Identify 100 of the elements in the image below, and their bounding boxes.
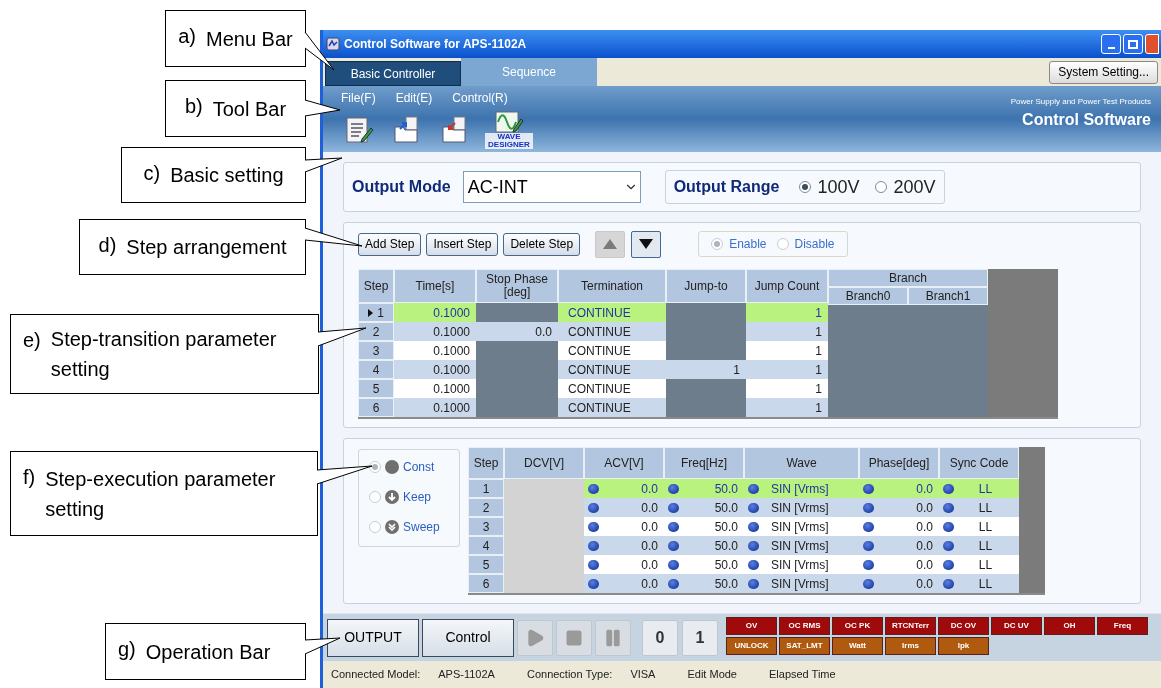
- counter-button[interactable]: 0: [642, 619, 678, 656]
- output-mode-dropdown[interactable]: AC-INT: [462, 171, 641, 203]
- knob-icon: [748, 540, 759, 551]
- column-header: Phase[deg]: [859, 447, 939, 479]
- output-mode-label: Output Mode: [352, 177, 451, 197]
- radio-icon[interactable]: [369, 491, 381, 503]
- knob-icon: [588, 483, 599, 494]
- callout-text: Step-execution parameter setting: [45, 466, 277, 522]
- radio-icon[interactable]: [799, 181, 812, 193]
- table-cell: CONTINUE: [558, 322, 666, 341]
- row-header[interactable]: 5: [358, 379, 394, 398]
- down-arrow-circle-icon: [385, 490, 399, 504]
- alarm-indicator: OV: [726, 617, 777, 635]
- knob-icon: [668, 578, 679, 589]
- table-cell: 1: [746, 341, 828, 360]
- brand-tagline: Power Supply and Power Test Products: [1010, 96, 1151, 108]
- row-header[interactable]: 2: [468, 498, 504, 517]
- callout-marker: d): [98, 233, 117, 258]
- app-icon: [326, 37, 340, 51]
- minimize-button[interactable]: [1101, 34, 1121, 54]
- radio-label[interactable]: 100V: [817, 173, 860, 201]
- knob-icon: [943, 559, 954, 570]
- row-header[interactable]: 1: [358, 303, 394, 322]
- row-header[interactable]: 1: [468, 479, 504, 498]
- radio-icon[interactable]: [369, 521, 381, 533]
- toolbar-button[interactable]: WAVE DESIGNER: [485, 110, 533, 150]
- table-cell: LL: [939, 574, 1019, 593]
- double-chevron-circle-icon: [385, 520, 399, 534]
- step-button[interactable]: Delete Step: [503, 232, 581, 256]
- callout-text: Tool Bar: [212, 96, 287, 122]
- table-cell: 1: [666, 360, 746, 379]
- system-setting-button[interactable]: System Setting...: [1049, 60, 1158, 84]
- column-header: Time[s]: [394, 269, 476, 303]
- operation-button[interactable]: OUTPUT: [327, 618, 419, 657]
- callout-text: Menu Bar: [206, 26, 293, 52]
- table-cell: 0.0: [584, 498, 664, 517]
- row-header[interactable]: 6: [358, 398, 394, 417]
- callout-marker: c): [143, 161, 161, 186]
- column-header: Branch0: [828, 287, 908, 305]
- radio-label[interactable]: Keep: [403, 488, 432, 506]
- status-label: Connection Type:: [526, 667, 613, 683]
- callout-marker: b): [184, 94, 203, 119]
- knob-icon: [863, 578, 874, 589]
- alarm-indicator: UNLOCK: [726, 637, 777, 655]
- status-value: VISA: [630, 667, 656, 683]
- alarm-indicator: DC UV: [991, 617, 1042, 635]
- column-header: Branch1: [908, 287, 988, 305]
- table-cell: SIN [Vrms]: [744, 536, 859, 555]
- move-down-button[interactable]: [631, 230, 662, 258]
- alarm-indicator: DC OV: [938, 617, 989, 635]
- counter-button[interactable]: 1: [682, 619, 718, 656]
- table-cell: LL: [939, 479, 1019, 498]
- table-cell: 0.1000: [394, 398, 476, 417]
- table-cell: LL: [939, 555, 1019, 574]
- alarm-indicator: OC PK: [832, 617, 883, 635]
- close-button[interactable]: [1145, 34, 1159, 54]
- table-cell: 0.0: [859, 536, 939, 555]
- step-button[interactable]: Insert Step: [426, 232, 499, 256]
- table-cell: LL: [939, 498, 1019, 517]
- alarm-indicator: OH: [1044, 617, 1095, 635]
- knob-icon: [588, 502, 599, 513]
- callout-marker: a): [178, 24, 197, 49]
- table-cell: SIN [Vrms]: [744, 555, 859, 574]
- knob-icon: [863, 483, 874, 494]
- knob-icon: [863, 559, 874, 570]
- knob-icon: [943, 540, 954, 551]
- status-label: Elapsed Time: [769, 667, 836, 683]
- radio-label[interactable]: Sweep: [403, 518, 440, 536]
- table-cell: 0.0: [584, 536, 664, 555]
- column-header: Termination: [558, 269, 666, 303]
- radio-label[interactable]: 200V: [893, 173, 936, 201]
- alarm-indicator: Ipk: [938, 637, 989, 655]
- callout-marker: f): [23, 465, 36, 490]
- maximize-button[interactable]: [1123, 34, 1143, 54]
- row-header[interactable]: 4: [468, 536, 504, 555]
- alarm-indicator: Freq: [1097, 617, 1148, 635]
- table-cell: SIN [Vrms]: [744, 498, 859, 517]
- callout-text: Step-transition parameter setting: [50, 327, 278, 382]
- alarm-indicator: RTCNTerr: [885, 617, 936, 635]
- step-button[interactable]: Add Step: [358, 232, 422, 256]
- status-value: APS-1102A: [438, 667, 495, 683]
- row-header[interactable]: 5: [468, 555, 504, 574]
- table-cell: 50.0: [664, 479, 744, 498]
- callout-text: Operation Bar: [145, 639, 272, 665]
- row-header[interactable]: 3: [358, 341, 394, 360]
- knob-icon: [668, 559, 679, 570]
- table-cell: 1: [746, 379, 828, 398]
- column-header: Wave: [744, 447, 859, 479]
- down-triangle-icon: [639, 239, 654, 249]
- row-header[interactable]: 2: [358, 322, 394, 341]
- tab[interactable]: Basic Controller: [325, 61, 461, 86]
- row-header[interactable]: 6: [468, 574, 504, 593]
- knob-icon: [863, 521, 874, 532]
- row-header[interactable]: 3: [468, 517, 504, 536]
- radio-icon[interactable]: [875, 181, 888, 193]
- row-header[interactable]: 4: [358, 360, 394, 379]
- operation-button[interactable]: Control: [422, 618, 514, 657]
- radio-label[interactable]: Const: [403, 458, 435, 476]
- column-header: Stop Phase [deg]: [476, 269, 558, 303]
- radio-icon[interactable]: [369, 461, 381, 473]
